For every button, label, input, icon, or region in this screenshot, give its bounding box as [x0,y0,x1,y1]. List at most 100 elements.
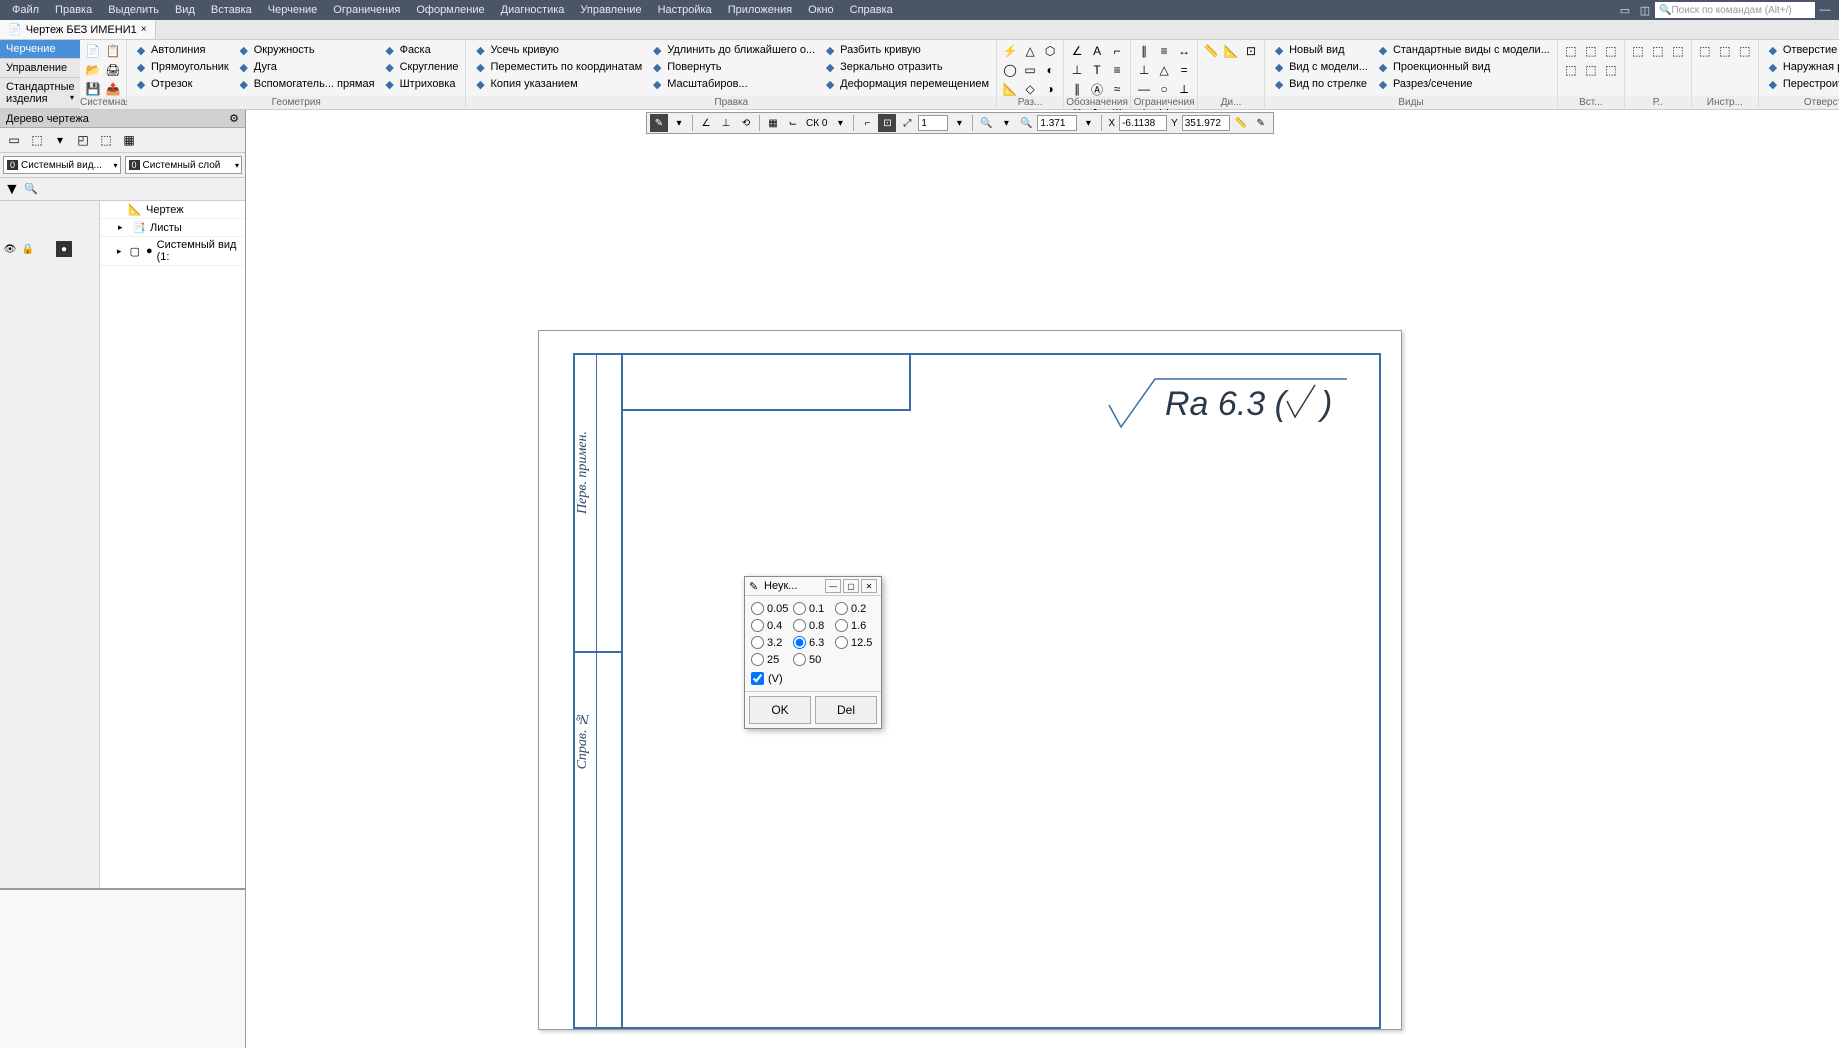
ribbon-cmd[interactable]: ◆Вид с модели... [1269,59,1371,75]
ribbon-cmd[interactable]: ◆Деформация перемещением [820,76,992,92]
ribbon-icon-cmd[interactable]: ⬚ [1716,42,1734,60]
snap2-icon[interactable]: ⊡ [878,114,896,132]
ribbon-icon-cmd[interactable]: T [1088,61,1106,79]
ribbon-cmd[interactable]: ◆Отверстие простое [1763,42,1839,58]
visibility-icon[interactable]: 👁 [2,241,18,257]
dropdown-icon[interactable]: ▾ [831,114,849,132]
ribbon-icon-cmd[interactable]: 📏 [1202,42,1220,60]
tb-btn-1[interactable]: ▭ [4,131,24,149]
ribbon-icon-cmd[interactable]: ∥ [1135,42,1153,60]
roughness-option[interactable]: 0.1 [793,602,833,615]
radio-input[interactable] [793,653,806,666]
ribbon-cmd[interactable]: ◆Разрез/сечение [1373,76,1553,92]
ribbon-icon-cmd[interactable]: 📐 [1222,42,1240,60]
gear-icon[interactable]: ⚙ [229,112,239,125]
cs-icon[interactable]: ⌙ [784,114,802,132]
menu-constraints[interactable]: Ограничения [325,2,408,18]
ribbon-icon-cmd[interactable]: ⬚ [1629,42,1647,60]
ribbon-cmd[interactable]: ◆Разбить кривую [820,42,992,58]
command-search[interactable]: 🔍 Поиск по командам (Alt+/) [1655,2,1815,18]
radio-input[interactable] [751,619,764,632]
menu-manage[interactable]: Управление [572,2,649,18]
menu-apps[interactable]: Приложения [720,2,800,18]
expand-icon[interactable]: ▸ [117,246,126,257]
ribbon-icon-cmd[interactable]: ⌐ [1108,42,1126,60]
ribbon-icon-cmd[interactable]: ⬚ [1562,42,1580,60]
dialog-min-icon[interactable]: — [825,579,841,593]
menu-drawing[interactable]: Черчение [260,2,326,18]
del-button[interactable]: Del [815,696,877,724]
step-input[interactable] [918,115,948,131]
ribbon-cmd[interactable]: ◆Повернуть [647,59,818,75]
ribbon-cmd[interactable]: ◆Копия указанием [470,76,645,92]
ortho-icon[interactable]: ⌐ [858,114,876,132]
ribbon-icon-cmd[interactable]: 📋 [104,42,122,60]
ribbon-tab-drawing[interactable]: Черчение [0,40,80,59]
ribbon-icon-cmd[interactable]: ⬚ [1582,42,1600,60]
ribbon-icon-cmd[interactable]: ≡ [1108,61,1126,79]
roughness-option[interactable]: 0.4 [751,619,791,632]
ribbon-cmd[interactable]: ◆Фаска [380,42,462,58]
menu-design[interactable]: Оформление [408,2,492,18]
menu-insert[interactable]: Вставка [203,2,260,18]
radio-input[interactable] [751,602,764,615]
ribbon-icon-cmd[interactable]: 📄 [84,42,102,60]
roughness-option[interactable]: 25 [751,653,791,666]
ribbon-icon-cmd[interactable]: ≡ [1155,42,1173,60]
menu-diagnostics[interactable]: Диагностика [493,2,573,18]
ribbon-cmd[interactable]: ◆Вид по стрелке [1269,76,1371,92]
roughness-option[interactable]: 0.2 [835,602,875,615]
view-dropdown[interactable]: 0Системный вид...▾ [3,156,121,174]
paren-checkbox[interactable]: (V) [751,672,875,685]
dialog-close-icon[interactable]: ✕ [861,579,877,593]
cursor-mode-icon[interactable]: ✎ [650,114,668,132]
roughness-option[interactable]: 3.2 [751,636,791,649]
ribbon-icon-cmd[interactable]: ⊥ [1068,61,1086,79]
ribbon-icon-cmd[interactable]: ⬚ [1602,61,1620,79]
ribbon-tab-manage[interactable]: Управление [0,59,80,78]
tree-search-input[interactable] [24,183,241,195]
ribbon-icon-cmd[interactable]: ⬚ [1736,42,1754,60]
ribbon-cmd[interactable]: ◆Скругление [380,59,462,75]
roughness-option[interactable]: 1.6 [835,619,875,632]
ribbon-icon-cmd[interactable]: △ [1155,61,1173,79]
x-input[interactable] [1119,115,1167,131]
ribbon-cmd[interactable]: ◆Окружность [234,42,378,58]
ribbon-cmd[interactable]: ◆Стандартные виды с модели... [1373,42,1553,58]
ribbon-cmd[interactable]: ◆Прямоугольник [131,59,232,75]
radio-input[interactable] [835,636,848,649]
ribbon-icon-cmd[interactable]: ⬚ [1696,42,1714,60]
ribbon-icon-cmd[interactable]: = [1175,61,1193,79]
ribbon-cmd[interactable]: ◆Отрезок [131,76,232,92]
y-input[interactable] [1182,115,1230,131]
ribbon-icon-cmd[interactable]: ▭ [1021,61,1039,79]
ribbon-icon-cmd[interactable]: ⬡ [1041,42,1059,60]
menu-edit[interactable]: Правка [47,2,100,18]
ribbon-cmd[interactable]: ◆Переместить по координатам [470,59,645,75]
ribbon-icon-cmd[interactable]: A [1088,42,1106,60]
ribbon-icon-cmd[interactable]: ⬚ [1602,42,1620,60]
ribbon-cmd[interactable]: ◆Удлинить до ближайшего о... [647,42,818,58]
ribbon-icon-cmd[interactable]: 🖨 [104,61,122,79]
dropdown-icon[interactable]: ▾ [1079,114,1097,132]
ribbon-cmd[interactable]: ◆Перестроить отверстия и из... [1763,76,1839,92]
ribbon-cmd[interactable]: ◆Наружная резьба [1763,59,1839,75]
zoom-fit-icon[interactable]: 🔍 [977,114,995,132]
ribbon-icon-cmd[interactable]: ⊡ [1242,42,1260,60]
step-icon[interactable]: ⤢ [898,114,916,132]
filter-icon[interactable]: ▼ [4,181,20,197]
checkbox-input[interactable] [751,672,764,685]
tb-btn-2[interactable]: ⬚ [27,131,47,149]
radio-input[interactable] [793,602,806,615]
tree-node-sheets[interactable]: ▸ 📑 Листы [100,219,245,237]
grid-icon[interactable]: ▦ [764,114,782,132]
angle-icon[interactable]: ∠ [697,114,715,132]
radio-input[interactable] [751,653,764,666]
zoom-input[interactable] [1037,115,1077,131]
radio-input[interactable] [793,636,806,649]
radio-input[interactable] [751,636,764,649]
layer-dropdown[interactable]: 0Системный слой▾ [125,156,243,174]
ribbon-icon-cmd[interactable]: ⬚ [1562,61,1580,79]
ribbon-cmd[interactable]: ◆Штриховка [380,76,462,92]
ribbon-icon-cmd[interactable]: △ [1021,42,1039,60]
